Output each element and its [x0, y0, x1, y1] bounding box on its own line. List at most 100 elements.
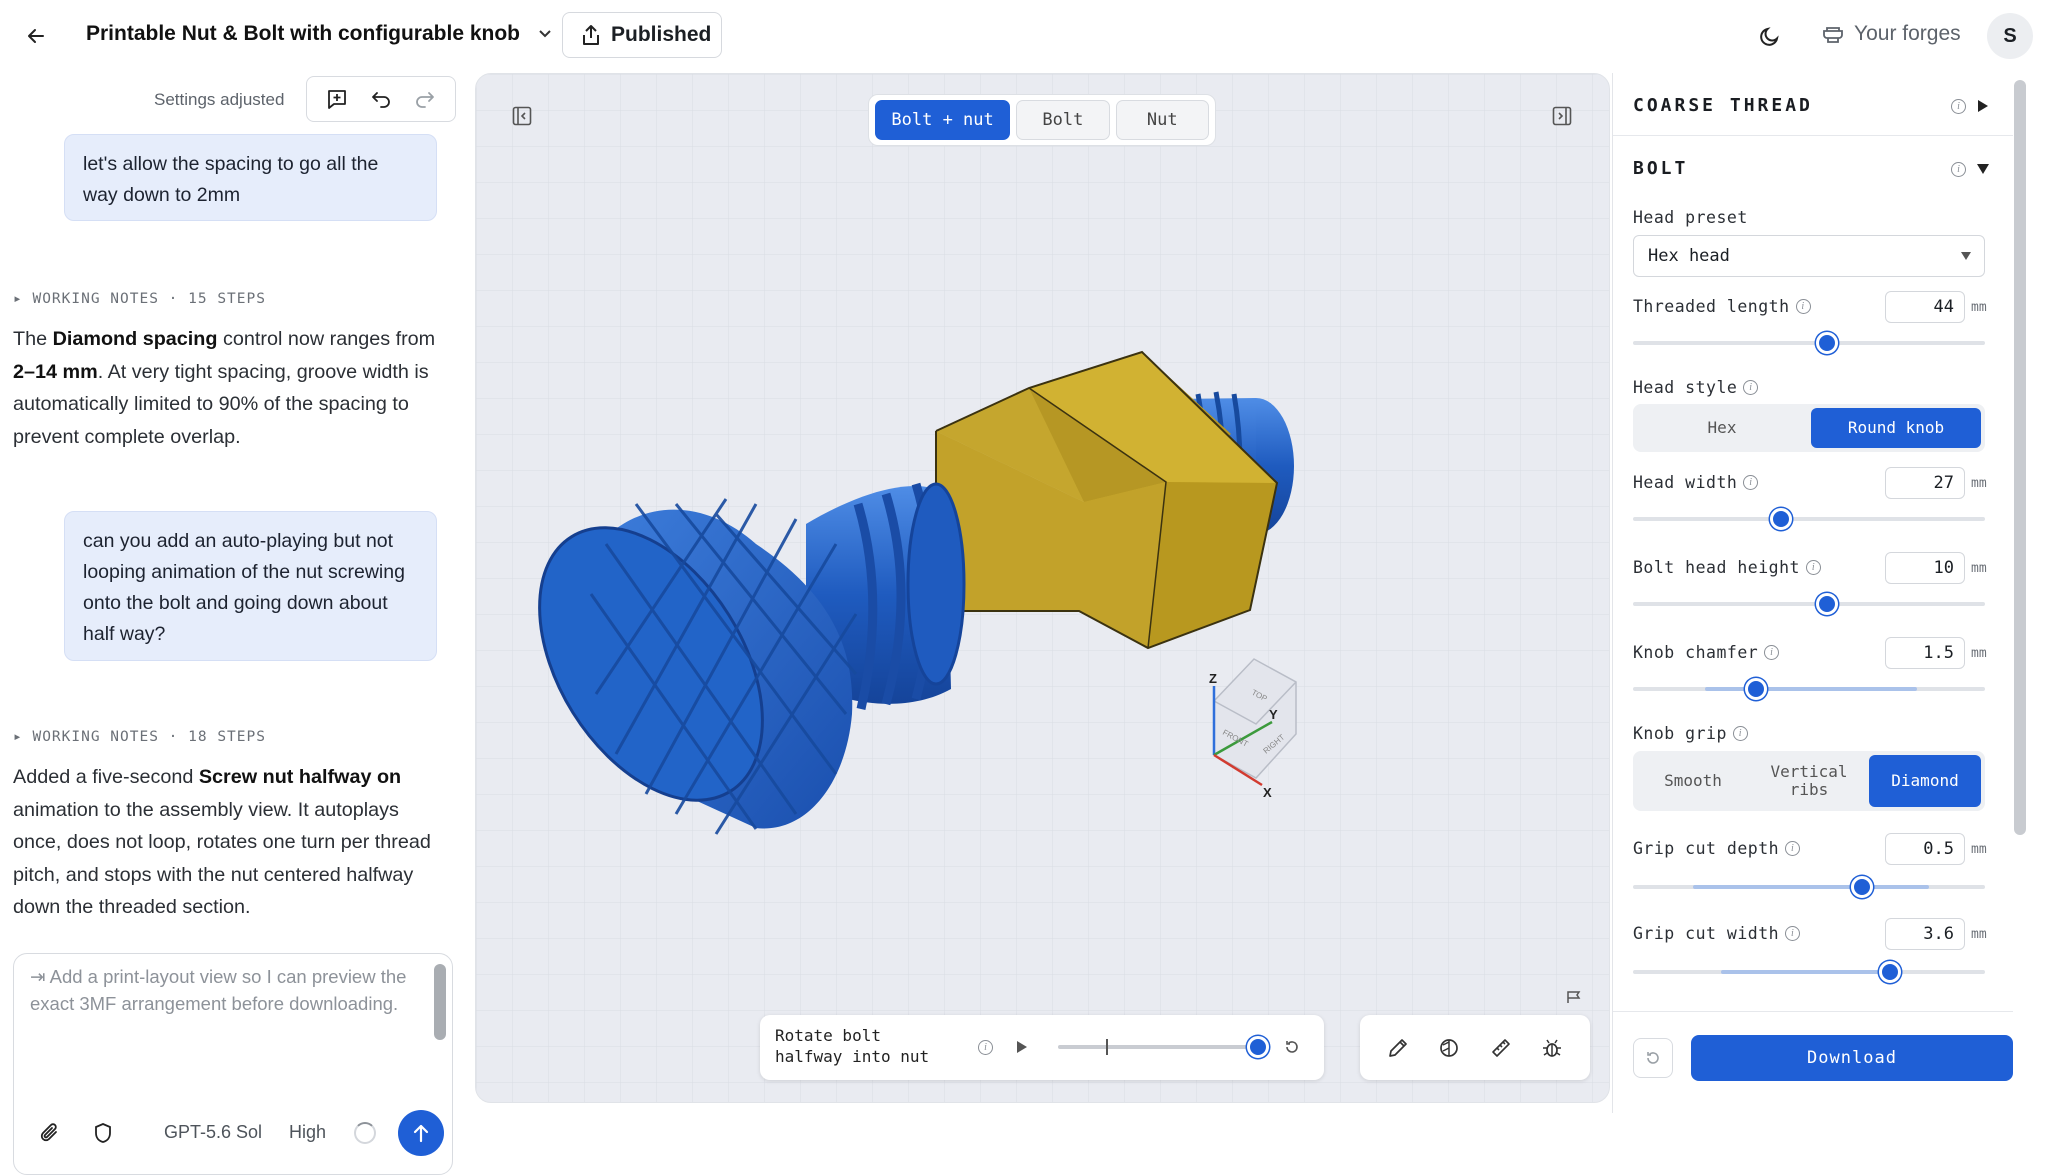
play-icon[interactable] [1010, 1035, 1034, 1059]
axis-y-label: Y [1269, 707, 1278, 722]
head-style-toggle: Hex Round knob [1633, 404, 1985, 452]
unit-label: mm [1971, 476, 1987, 491]
threaded-length-slider[interactable] [1633, 332, 1985, 354]
anvil-icon [1823, 27, 1843, 43]
chat-panel: Settings adjusted let's allow the spacin… [0, 73, 462, 1175]
viewport-tools [1360, 1015, 1590, 1080]
section-bolt[interactable]: BOLT [1633, 158, 1688, 179]
animation-scrubber[interactable] [1247, 1036, 1269, 1058]
info-icon[interactable]: i [1795, 299, 1811, 314]
reset-icon[interactable] [1633, 1038, 1673, 1078]
info-icon[interactable]: i [1805, 560, 1821, 575]
bolt-head-height-input[interactable]: 10 [1885, 552, 1965, 584]
status-text: Settings adjusted [154, 90, 285, 109]
replay-icon[interactable] [1280, 1035, 1304, 1059]
redo-icon[interactable] [409, 83, 441, 115]
slider-handle[interactable] [1769, 508, 1792, 530]
threaded-length-label: Threaded length i [1633, 297, 1811, 316]
flag-icon[interactable] [1564, 987, 1584, 1007]
knob-chamfer-input[interactable]: 1.5 [1885, 637, 1965, 669]
published-button[interactable]: Published [562, 12, 722, 58]
caret-right-icon[interactable] [1977, 99, 1989, 113]
history-toolbar [306, 76, 456, 122]
3d-viewport[interactable]: Z Y X TOP FRONT RIGHT [475, 73, 1610, 1103]
message-composer[interactable]: ⇥ Add a print-layout view so I can previ… [13, 953, 453, 1175]
your-forges-link[interactable]: Your forges [1822, 22, 1961, 46]
head-width-label: Head width i [1633, 473, 1759, 492]
info-icon[interactable]: i [978, 1040, 993, 1055]
info-icon[interactable]: i [1764, 645, 1780, 660]
grip-cut-depth-slider[interactable] [1633, 876, 1985, 898]
shield-icon[interactable] [89, 1119, 117, 1147]
moon-icon[interactable] [1752, 18, 1788, 54]
head-style-round-knob[interactable]: Round knob [1811, 408, 1981, 448]
slider-handle[interactable] [1745, 678, 1768, 700]
info-icon[interactable]: i [1785, 841, 1801, 856]
collapse-left-icon[interactable] [508, 102, 536, 130]
user-message: can you add an auto-playing but not loop… [64, 511, 437, 661]
axis-z-label: Z [1209, 671, 1217, 686]
info-icon[interactable]: i [1743, 380, 1759, 395]
info-icon[interactable]: i [1785, 926, 1801, 941]
composer-scrollbar[interactable] [434, 964, 446, 1040]
project-title-text: Printable Nut & Bolt with configurable k… [86, 22, 520, 45]
section-view-icon[interactable] [1432, 1031, 1466, 1065]
head-preset-select[interactable]: Hex head [1633, 235, 1985, 277]
head-width-slider[interactable] [1633, 508, 1985, 530]
tab-nut[interactable]: Nut [1115, 100, 1209, 140]
slider-handle[interactable] [1878, 961, 1901, 983]
dropdown-caret-icon [1961, 252, 1971, 260]
composer-input[interactable]: ⇥ Add a print-layout view so I can previ… [30, 964, 420, 1017]
section-coarse-thread[interactable]: COARSE THREAD [1633, 95, 1813, 116]
working-notes-toggle[interactable]: ▸ WORKING NOTES · 18 STEPS [13, 729, 266, 745]
panel-scrollbar[interactable] [2014, 80, 2026, 835]
ruler-icon[interactable] [1484, 1031, 1518, 1065]
info-icon[interactable]: i [1743, 475, 1759, 490]
bug-icon[interactable] [1535, 1031, 1569, 1065]
model-selector[interactable]: GPT-5.6 Sol [164, 1122, 262, 1143]
unit-label: mm [1971, 300, 1987, 315]
working-notes-toggle[interactable]: ▸ WORKING NOTES · 15 STEPS [13, 291, 266, 307]
undo-icon[interactable] [365, 83, 397, 115]
animation-bar: Rotate bolt halfway into nut i [760, 1015, 1324, 1080]
info-icon[interactable]: i [1951, 99, 1966, 114]
animation-track[interactable] [1058, 1036, 1269, 1058]
pencil-icon[interactable] [1381, 1031, 1415, 1065]
knob-chamfer-label: Knob chamfer i [1633, 643, 1780, 662]
slider-handle[interactable] [1815, 332, 1838, 354]
head-width-input[interactable]: 27 [1885, 467, 1965, 499]
info-icon[interactable]: i [1732, 726, 1748, 741]
back-arrow-icon[interactable] [18, 18, 54, 54]
threaded-length-input[interactable]: 44 [1885, 291, 1965, 323]
new-chat-icon[interactable] [321, 83, 353, 115]
effort-selector[interactable]: High [289, 1122, 326, 1143]
knob-grip-diamond[interactable]: Diamond [1869, 755, 1981, 807]
chevron-down-icon [539, 30, 551, 38]
animation-label: Rotate bolt halfway into nut [775, 1026, 930, 1066]
head-preset-value: Hex head [1648, 246, 1730, 266]
collapse-right-icon[interactable] [1548, 102, 1576, 130]
slider-handle[interactable] [1815, 593, 1838, 615]
tab-bolt[interactable]: Bolt [1016, 100, 1110, 140]
knob-chamfer-slider[interactable] [1633, 678, 1985, 700]
caret-down-icon[interactable] [1976, 163, 1990, 175]
slider-handle[interactable] [1850, 876, 1873, 898]
knob-grip-smooth[interactable]: Smooth [1637, 755, 1749, 807]
paperclip-icon[interactable] [36, 1119, 64, 1147]
grip-cut-width-input[interactable]: 3.6 [1885, 918, 1965, 950]
head-style-hex[interactable]: Hex [1637, 408, 1807, 448]
knob-grip-toggle: Smooth Vertical ribs Diamond [1633, 751, 1985, 811]
knob-grip-vertical-ribs[interactable]: Vertical ribs [1753, 755, 1865, 807]
view-tabs: Bolt + nut Bolt Nut [868, 94, 1216, 146]
avatar[interactable]: S [1987, 13, 2033, 59]
grip-cut-width-slider[interactable] [1633, 961, 1985, 983]
bolt-head-height-slider[interactable] [1633, 593, 1985, 615]
axis-x-label: X [1263, 785, 1272, 800]
assistant-message: The Diamond spacing control now ranges f… [13, 328, 436, 448]
download-button[interactable]: Download [1691, 1035, 2013, 1081]
send-button[interactable] [398, 1110, 444, 1156]
grip-cut-depth-input[interactable]: 0.5 [1885, 833, 1965, 865]
project-title[interactable]: Printable Nut & Bolt with configurable k… [86, 22, 552, 46]
tab-bolt-nut[interactable]: Bolt + nut [875, 100, 1011, 140]
info-icon[interactable]: i [1951, 162, 1966, 177]
